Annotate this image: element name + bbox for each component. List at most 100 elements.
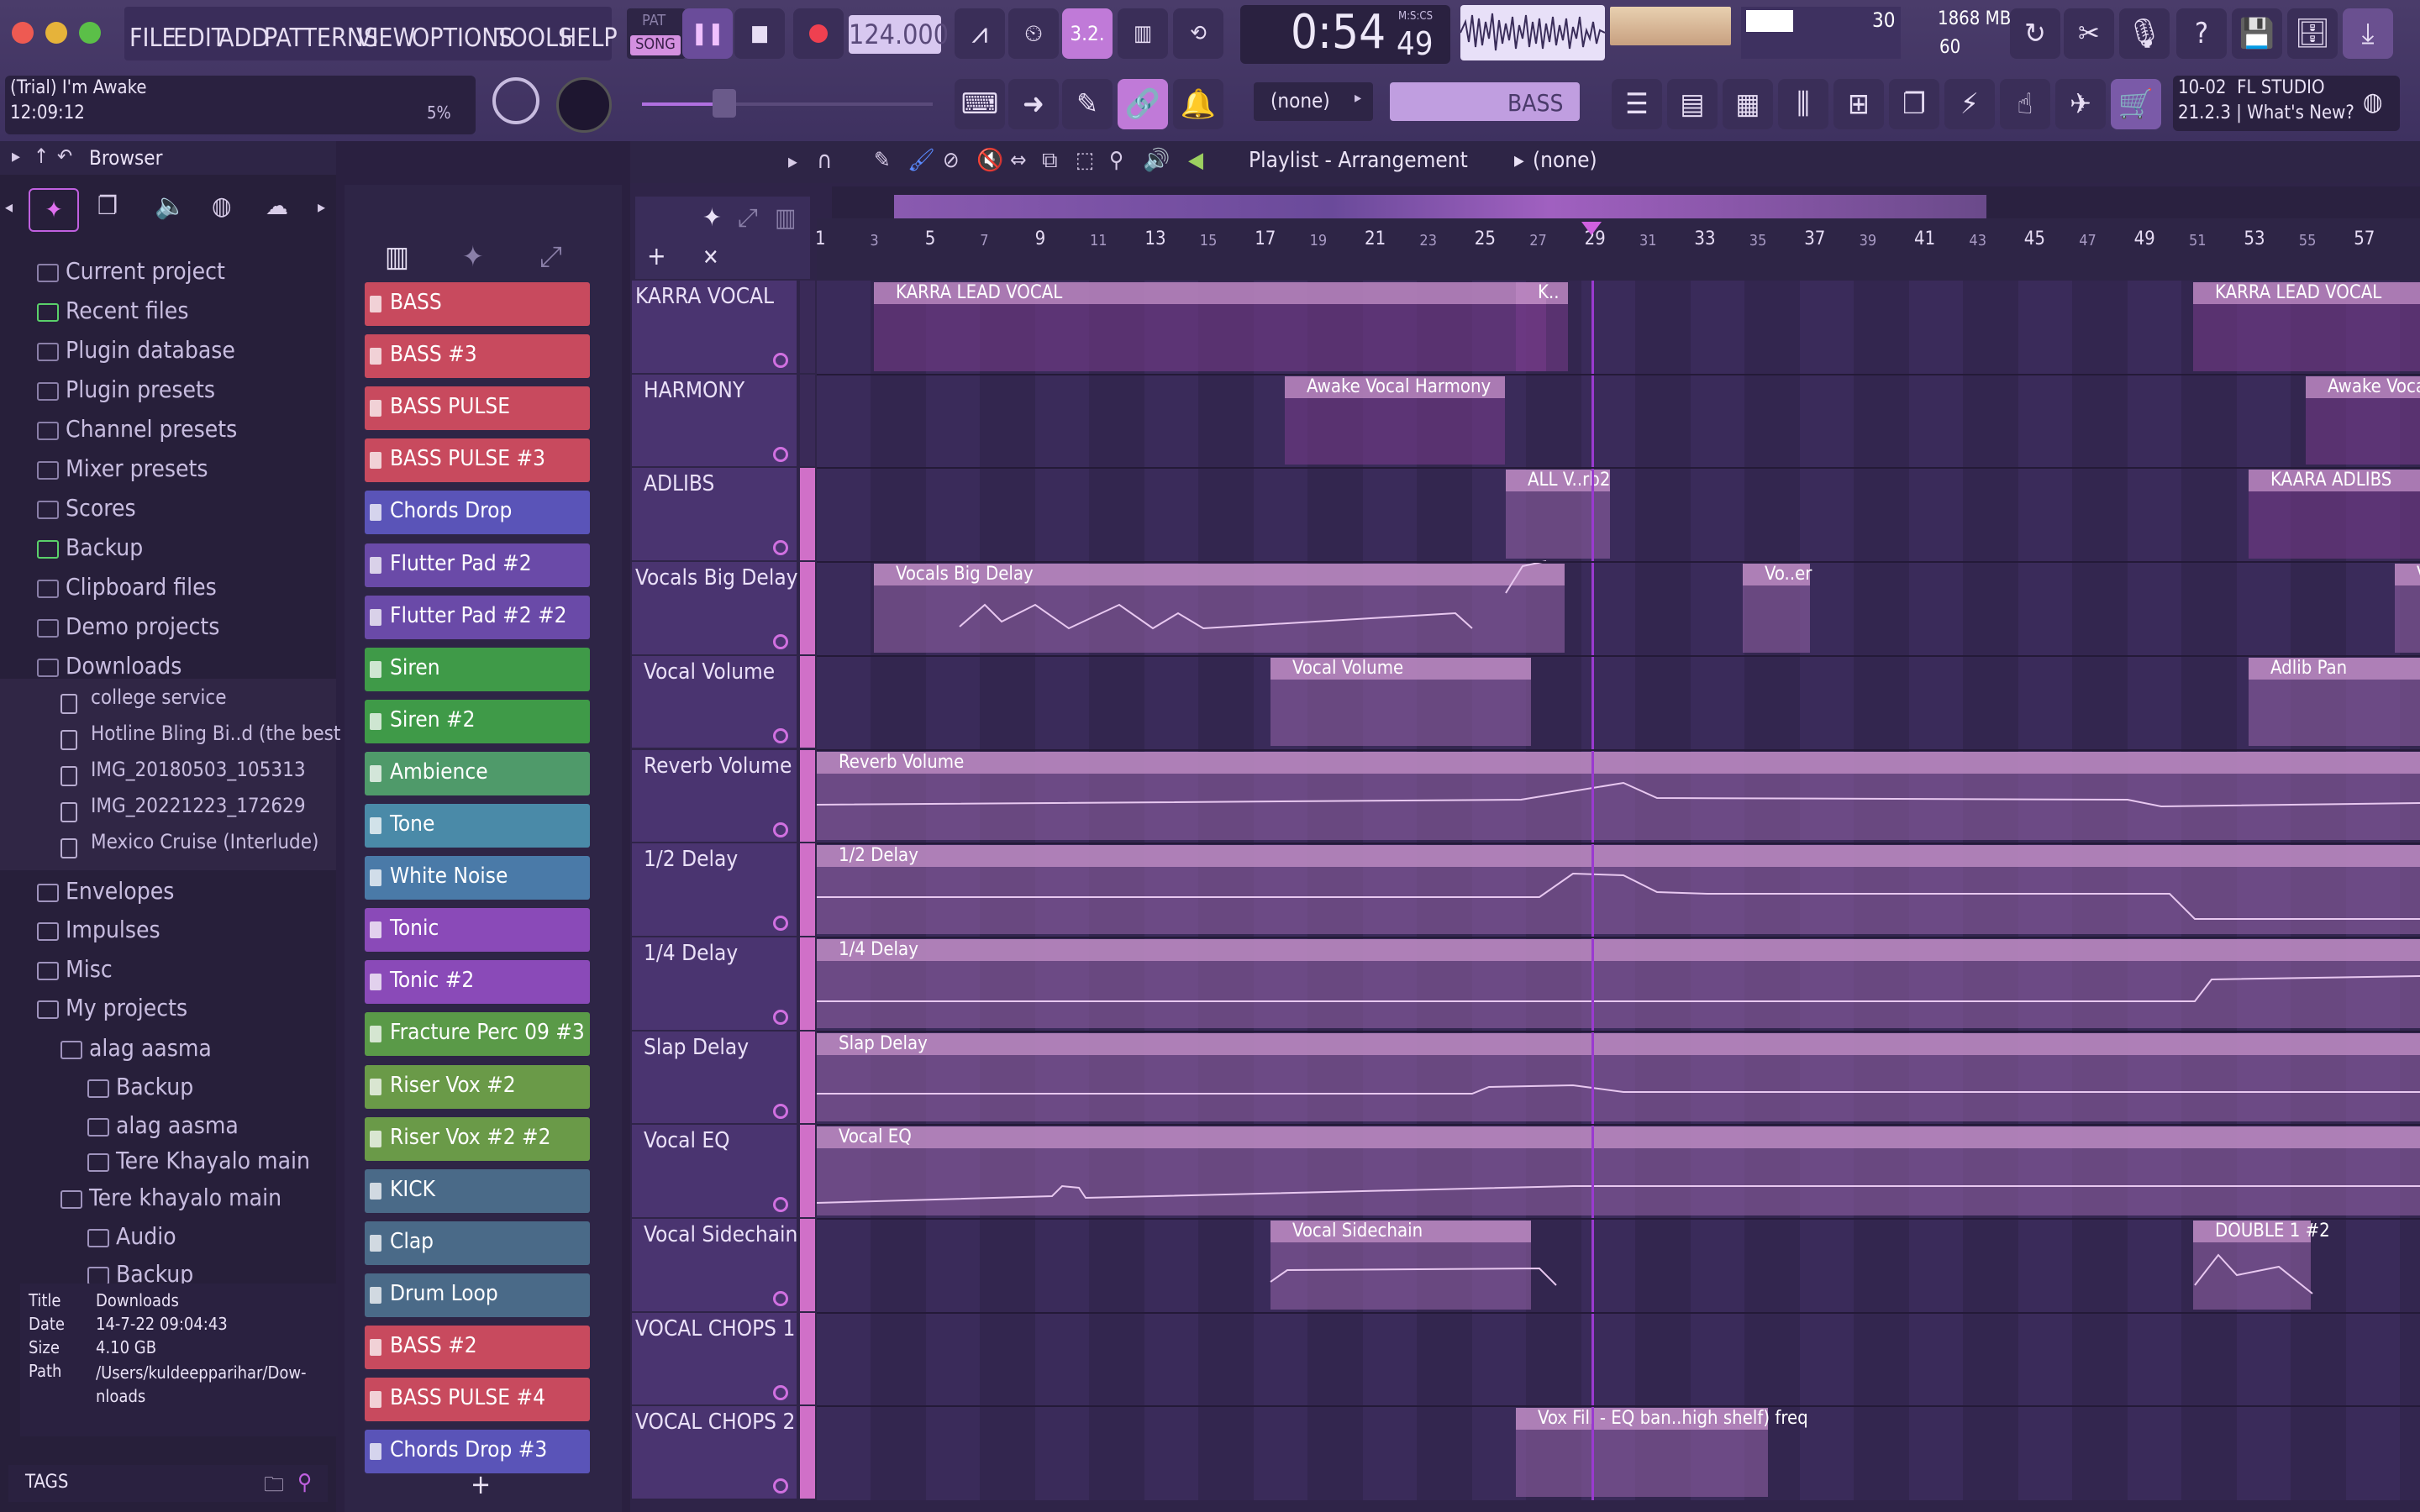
menu-edit[interactable]: EDIT (173, 24, 225, 53)
cut-button[interactable]: ✂ (2064, 8, 2114, 59)
channel-button[interactable]: Riser Vox #2 (365, 1064, 590, 1109)
save-button[interactable]: 💾 (2232, 8, 2282, 59)
channel-rack-button[interactable]: ▦ (1723, 79, 1773, 129)
download-item[interactable]: college service (91, 685, 227, 709)
up-arrow-icon[interactable]: ↑ (34, 144, 49, 168)
browser-item[interactable]: Plugin presets (66, 375, 215, 403)
track-mute-toggle[interactable] (773, 727, 788, 743)
audio-clip-icon[interactable]: ✦ (702, 203, 722, 233)
channel-button[interactable]: Chords Drop #3 (365, 1430, 590, 1474)
channel-button[interactable]: BASS #2 (365, 1326, 590, 1369)
browser-item[interactable]: Tere khayalo main (89, 1184, 281, 1211)
tab-project-files[interactable]: ❐ (97, 192, 118, 221)
mixer-button[interactable]: ⫼ (1778, 79, 1828, 129)
channel-button[interactable]: White Noise (365, 856, 590, 900)
tab-plugins[interactable]: 🔈 (155, 192, 186, 221)
browser-item[interactable]: Downloads (66, 652, 182, 680)
browser-button[interactable]: ⊞ (1833, 79, 1884, 129)
master-slider[interactable] (642, 89, 933, 118)
channel-button[interactable]: KICK (365, 1168, 590, 1213)
channel-button[interactable]: BASS PULSE #3 (365, 438, 590, 483)
playback-icon[interactable]: 🔊 (1143, 148, 1170, 173)
audio-clip-icon[interactable]: ✦ (462, 240, 484, 274)
browser-item[interactable]: alag aasma (89, 1034, 212, 1062)
playlist-button[interactable]: ☰ (1612, 79, 1662, 129)
time-display[interactable]: 0:54 M:S:CS 49 (1240, 5, 1450, 64)
expand-icon[interactable]: ▸ (12, 146, 20, 167)
browser-item[interactable]: Backup (116, 1073, 193, 1100)
scroll-left-icon[interactable]: ◂ (5, 197, 13, 217)
search-icon[interactable]: ⚲ (297, 1470, 312, 1495)
project-browser-button[interactable]: ❐ (1889, 79, 1939, 129)
track-mute-toggle[interactable] (773, 1103, 788, 1119)
blend-notes-button[interactable]: ✎ (1062, 79, 1113, 129)
folder-icon[interactable]: 🗀 (264, 1470, 284, 1504)
channel-button[interactable]: Clap (365, 1221, 590, 1265)
tab-all[interactable]: ✦ (29, 188, 79, 232)
channel-button[interactable]: Fracture Perc 09 #3 (365, 1012, 590, 1057)
back-icon[interactable]: ↶ (57, 144, 72, 168)
zoom-icon[interactable]: ⚲ (1109, 148, 1123, 173)
browser-item[interactable]: Impulses (66, 916, 160, 943)
channel-button[interactable]: BASS PULSE (365, 386, 590, 431)
download-item[interactable]: IMG_20180503_105313 (91, 758, 306, 781)
track-mute-toggle[interactable] (773, 1291, 788, 1306)
automation-icon[interactable]: ⤢ (539, 240, 562, 274)
browser-item[interactable]: Demo projects (66, 612, 219, 640)
tempo-display[interactable]: 124.000 (849, 15, 949, 54)
track-mute-toggle[interactable] (773, 446, 788, 462)
browser-item[interactable]: Tere Khayalo main (116, 1147, 310, 1174)
close-icon[interactable]: ✕ (702, 245, 719, 270)
slice-icon[interactable]: ⧉ (1042, 148, 1058, 174)
minimize-window-button[interactable] (45, 22, 67, 44)
channel-button[interactable]: Drum Loop (365, 1273, 590, 1317)
countdown-button[interactable]: 3.2. (1062, 8, 1113, 59)
tab-web[interactable]: ◍ (212, 192, 232, 221)
browser-item[interactable]: Backup (66, 533, 143, 561)
record-button[interactable] (793, 8, 844, 59)
track-mute-toggle[interactable] (773, 822, 788, 837)
loop-record-button[interactable]: ⟲ (1173, 8, 1223, 59)
help-button[interactable]: ? (2176, 8, 2227, 59)
channel-button[interactable]: Flutter Pad #2 #2 (365, 595, 590, 639)
link-button[interactable]: 🔗 (1118, 79, 1168, 129)
browser-item[interactable]: Audio (116, 1222, 176, 1250)
channel-button[interactable]: Chords Drop (365, 491, 590, 535)
browser-item[interactable]: Envelopes (66, 877, 174, 905)
browser-item[interactable]: Current project (66, 257, 225, 285)
pause-button[interactable]: ❚❚ (682, 8, 733, 59)
audio-input-button[interactable]: 🎙 (2119, 8, 2170, 59)
stop-button[interactable]: ■ (734, 8, 785, 59)
master-pitch-knob[interactable] (556, 77, 612, 133)
channel-button[interactable]: BASS #3 (365, 334, 590, 379)
menu-add[interactable]: ADD (218, 24, 269, 53)
pencil-icon[interactable]: ✎ (874, 148, 891, 173)
wait-input-button[interactable]: ⏲ (1008, 8, 1059, 59)
multilink-button[interactable]: 🔔 (1173, 79, 1223, 129)
tutorial-button[interactable]: ✈ (2055, 79, 2106, 129)
mute-icon[interactable]: 🔇 (976, 148, 1003, 173)
pattern-selector[interactable]: (none) ▸ (1254, 82, 1373, 121)
channel-button[interactable]: Ambience (365, 751, 590, 795)
touch-controller-button[interactable]: ☝ (2000, 79, 2050, 129)
undo-button[interactable]: ↻ (2010, 8, 2060, 59)
browser-item[interactable]: Clipboard files (66, 573, 217, 601)
channel-button[interactable]: Tone (365, 804, 590, 848)
download-item[interactable]: IMG_20221223_172629 (91, 794, 306, 817)
channel-button[interactable]: Flutter Pad #2 (365, 543, 590, 587)
channel-button[interactable]: Siren (365, 647, 590, 691)
news-panel[interactable]: 10-02 FL STUDIO 21.2.3 | What's New? ◍ (2173, 76, 2400, 131)
brush-icon[interactable]: 🖌 (908, 148, 935, 173)
track-mute-toggle[interactable] (773, 1009, 788, 1025)
master-slider-thumb[interactable] (713, 89, 736, 118)
browser-item[interactable]: Mixer presets (66, 454, 208, 482)
browser-item[interactable]: Plugin database (66, 336, 235, 364)
tab-cloud[interactable]: ☁ (266, 192, 288, 221)
pat-song-toggle[interactable]: PAT SONG (627, 8, 686, 59)
master-volume-knob[interactable] (492, 77, 539, 124)
browser-item[interactable]: Scores (66, 494, 136, 522)
menu-arrow-icon[interactable]: ▸ (788, 150, 797, 173)
typing-keyboard-button[interactable]: ⌨ (955, 79, 1005, 129)
export-button[interactable]: ⤓ (2343, 8, 2393, 59)
save-as-button[interactable]: 🗄 (2287, 8, 2338, 59)
